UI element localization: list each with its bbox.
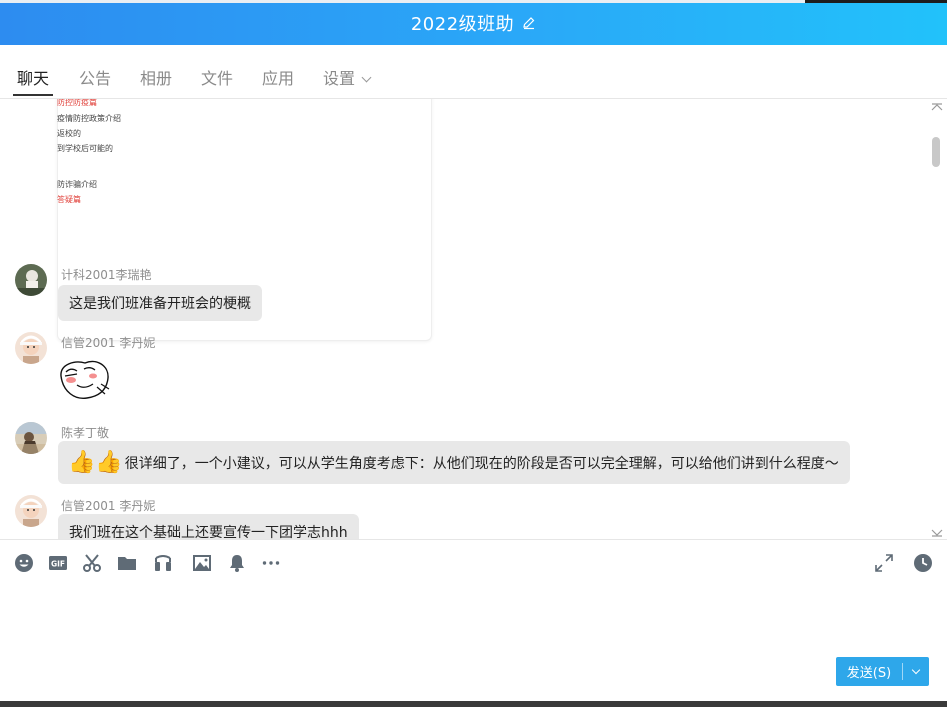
message-bubble[interactable]: 这是我们班准备开班会的梗概 [58, 285, 262, 321]
sender-name: 计科2001李瑞艳 [61, 268, 152, 282]
tab-settings[interactable]: 设置 [323, 65, 372, 89]
send-button[interactable]: 发送(S) [836, 657, 929, 686]
title-bar: 2022级班助 [0, 0, 947, 45]
image-icon[interactable] [191, 552, 213, 574]
avatar[interactable] [15, 332, 47, 364]
tab-files[interactable]: 文件 [201, 65, 233, 89]
avatar[interactable] [15, 264, 47, 296]
chat-window: 2022级班助 聊天 公告 相册 文件 应用 设置 防控防疫篇 疫情防控政策介绍… [0, 0, 947, 701]
message-bubble[interactable]: 我们班在这个基础上还要宣传一下团学志hhh [58, 514, 359, 539]
message-list[interactable]: 防控防疫篇 疫情防控政策介绍 返校的 到学校后可能的 防诈骗介绍 答疑篇 计科2… [0, 99, 947, 539]
avatar[interactable] [15, 495, 47, 527]
pencil-icon[interactable] [522, 16, 536, 30]
bell-icon[interactable] [226, 552, 248, 574]
sender-name: 信管2001 李丹妮 [61, 499, 156, 513]
sender-name: 陈孝丁敬 [61, 426, 110, 440]
message-bubble[interactable]: 👍👍 很详细了，一个小建议，可以从学生角度考虑下：从他们现在的阶段是否可以完全理… [58, 441, 850, 484]
scrollbar-thumb[interactable] [932, 137, 940, 167]
doc-line: 答疑篇 [57, 195, 81, 204]
scroll-up-icon[interactable] [931, 103, 943, 111]
more-icon[interactable] [260, 552, 282, 574]
window-title: 2022级班助 [410, 13, 515, 35]
scissors-icon[interactable] [81, 552, 103, 574]
tab-announcements[interactable]: 公告 [79, 65, 111, 89]
tab-apps[interactable]: 应用 [262, 65, 294, 89]
sender-name: 信管2001 李丹妮 [61, 336, 156, 350]
meme-sticker[interactable] [57, 354, 113, 402]
chevron-down-icon [911, 665, 921, 675]
svg-text:GIF: GIF [51, 560, 65, 569]
message-text: 很详细了，一个小建议，可以从学生角度考虑下：从他们现在的阶段是否可以完全理解，可… [124, 455, 839, 472]
tab-settings-label: 设置 [323, 69, 356, 88]
doc-line: 疫情防控政策介绍 [57, 114, 121, 123]
chevron-down-icon [361, 72, 372, 83]
doc-line: 防诈骗介绍 [57, 180, 97, 189]
doc-line: 返校的 [57, 129, 81, 138]
doc-line: 到学校后可能的 [57, 144, 113, 153]
tab-chat[interactable]: 聊天 [12, 65, 54, 96]
folder-icon[interactable] [116, 552, 138, 574]
tab-album[interactable]: 相册 [140, 65, 172, 89]
gif-icon[interactable]: GIF [47, 552, 69, 574]
avatar[interactable] [15, 422, 47, 454]
message-input[interactable] [0, 583, 947, 701]
doc-line: 防控防疫篇 [57, 99, 97, 107]
window-top-edge [0, 0, 947, 3]
expand-icon[interactable] [873, 552, 895, 574]
window-bottom-edge [0, 701, 947, 707]
emoji-icon[interactable] [13, 552, 35, 574]
send-options-dropdown[interactable] [903, 665, 929, 675]
thumbs-up-emoji: 👍👍 [68, 450, 123, 475]
input-toolbar: GIF [0, 539, 947, 583]
music-icon[interactable] [152, 552, 174, 574]
send-button-label: 发送(S) [846, 666, 892, 681]
scroll-down-icon[interactable] [931, 529, 943, 537]
tab-bar: 聊天 公告 相册 文件 应用 设置 [0, 45, 947, 127]
clock-icon[interactable] [912, 552, 934, 574]
